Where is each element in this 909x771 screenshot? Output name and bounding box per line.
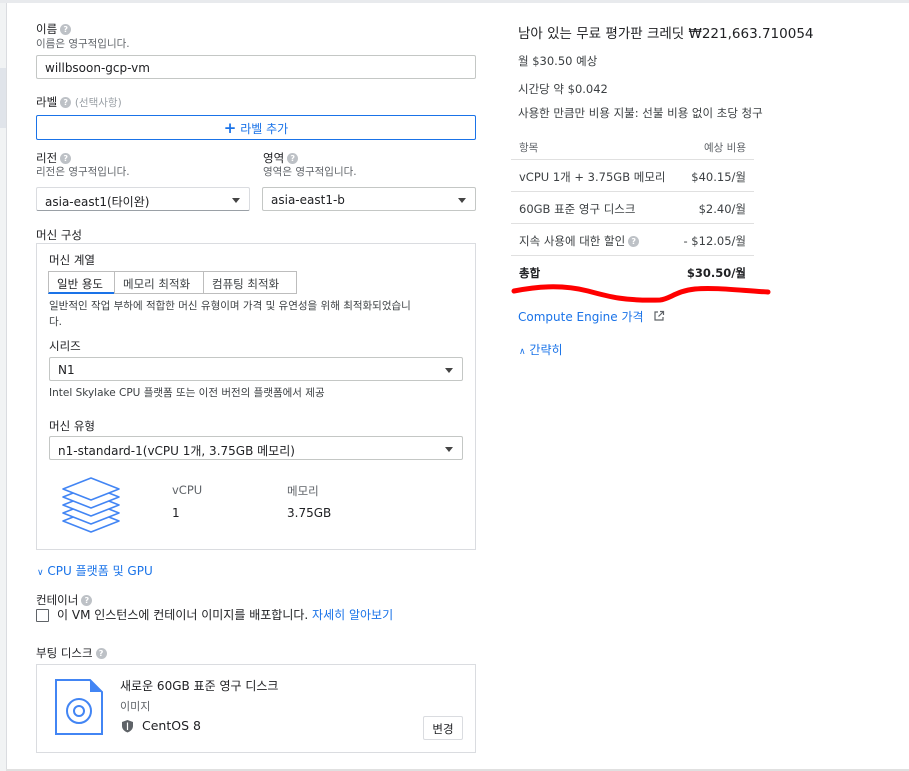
cost-row-name: 지속 사용에 대한 할인? [519,233,640,249]
left-gutter [0,3,7,771]
machine-config-title: 머신 구성 [36,228,82,242]
boot-disk-os: CentOS 8 [142,718,201,733]
memory-header: 메모리 [287,484,319,498]
discount-label: 지속 사용에 대한 할인 [519,234,626,248]
help-icon[interactable]: ? [628,236,640,247]
red-underline-annotation [511,284,771,303]
machine-family-description: 일반적인 작업 부하에 적합한 머신 유형이며 가격 및 유연성을 위해 최적화… [49,300,411,312]
billing-note: 사용한 만큼만 비용 지불: 선불 비용 없이 초당 청구 [518,106,763,120]
help-icon[interactable]: ? [287,153,299,164]
container-checkbox[interactable] [36,609,49,622]
cost-row-name: 60GB 표준 영구 디스크 [519,202,636,216]
dropdown-arrow-icon [232,198,240,203]
region-label: 리전 [36,151,58,165]
region-select[interactable]: asia-east1(타이완) [36,187,250,211]
external-link-icon [654,310,665,321]
cost-col-item: 항목 [519,142,539,154]
vcpu-value: 1 [172,506,180,520]
help-icon[interactable]: ? [60,153,72,164]
tab-general-purpose[interactable]: 일반 용도 [48,271,115,294]
cost-row-name: vCPU 1개 + 3.75GB 메모리 [519,170,666,184]
name-input[interactable]: willbsoon-gcp-vm [36,55,476,79]
boot-disk-label: 부팅 디스크 [36,646,93,660]
series-select[interactable]: N1 [49,357,463,381]
machine-layers-icon [62,477,120,533]
collapse-link-text: 간략히 [529,343,563,357]
change-boot-disk-button[interactable]: 변경 [423,716,463,740]
name-label-row: 이름? [36,21,72,37]
help-icon[interactable]: ? [60,24,72,35]
machine-type-select[interactable]: n1-standard-1(vCPU 1개, 3.75GB 메모리) [49,436,463,460]
compute-engine-pricing-link[interactable]: Compute Engine 가격 [518,308,665,325]
free-trial-credit: 남아 있는 무료 평가판 크레딧 ₩221,663.710054 [518,26,814,42]
zone-hint: 영역은 영구적입니다. [263,166,357,178]
series-description: Intel Skylake CPU 플랫폼 또는 이전 버전의 플랫폼에서 제공 [49,387,325,399]
region-select-value: asia-east1(타이완) [45,195,150,209]
labels-optional: (선택사항) [74,97,122,109]
machine-family-description-cont: 다. [49,316,62,328]
container-checkbox-label: 이 VM 인스턴스에 컨테이너 이미지를 배포합니다. 자세히 알아보기 [57,606,393,623]
machine-family-tabs: 일반 용도 메모리 최적화 컴퓨팅 최적화 [48,271,298,295]
cost-row-value: $40.15/월 [691,170,746,184]
help-icon[interactable]: ? [60,97,72,108]
cost-row: vCPU 1개 + 3.75GB 메모리 $40.15/월 [511,160,754,192]
boot-disk-title: 새로운 60GB 표준 영구 디스크 [120,679,279,693]
cost-row-value: - $12.05/월 [683,234,747,248]
cost-row: 지속 사용에 대한 할인? - $12.05/월 [511,224,754,256]
name-hint: 이름은 영구적입니다. [36,38,130,50]
vcpu-header: vCPU [172,483,203,497]
zone-label: 영역 [263,151,285,165]
monthly-estimate: 월 $30.50 예상 [518,54,598,68]
dropdown-arrow-icon [445,368,453,373]
plus-icon: + [223,119,237,137]
container-label: 컨테이너 [36,593,79,607]
machine-type-label: 머신 유형 [49,419,95,433]
tab-compute-optimized[interactable]: 컴퓨팅 최적화 [203,271,297,294]
machine-family-label: 머신 계열 [49,253,95,267]
boot-disk-label-row: 부팅 디스크? [36,645,107,661]
dropdown-arrow-icon [458,198,466,203]
cost-total-label: 총합 [519,266,541,280]
cost-row: 60GB 표준 영구 디스크 $2.40/월 [511,192,754,224]
pricing-link-text: Compute Engine 가격 [518,310,644,324]
shield-icon [122,720,133,733]
labels-label-row: 라벨? (선택사항) [36,94,122,110]
memory-value: 3.75GB [287,506,332,520]
hourly-estimate: 시간당 약 $0.042 [518,82,608,96]
cpu-gpu-link-text: CPU 플랫폼 및 GPU [47,564,153,578]
region-hint: 리전은 영구적입니다. [36,166,130,178]
machine-type-select-value: n1-standard-1(vCPU 1개, 3.75GB 메모리) [58,444,295,458]
add-label-text: 라벨 추가 [240,122,289,136]
name-label: 이름 [36,22,58,36]
help-icon[interactable]: ? [81,595,93,606]
collapse-chevron-icon: ∧ [519,347,526,357]
labels-label: 라벨 [36,95,58,109]
expand-chevron-icon: ∨ [37,568,44,578]
collapse-toggle[interactable]: ∧ 간략히 [519,341,563,358]
disk-file-icon [55,679,103,735]
learn-more-link[interactable]: 자세히 알아보기 [312,608,393,622]
help-icon[interactable]: ? [95,648,107,659]
cost-row-value: $2.40/월 [698,202,746,216]
series-select-value: N1 [58,363,75,377]
cost-total-value: $30.50/월 [686,266,746,280]
cpu-gpu-toggle[interactable]: ∨ CPU 플랫폼 및 GPU [37,562,153,579]
boot-disk-image-label: 이미지 [120,700,151,713]
gutter-marker [0,68,6,128]
zone-select[interactable]: asia-east1-b [262,187,476,211]
cost-col-estimate: 예상 비용 [704,142,746,154]
dropdown-arrow-icon [445,447,453,452]
series-label: 시리즈 [49,339,81,353]
zone-select-value: asia-east1-b [271,193,345,207]
tab-memory-optimized[interactable]: 메모리 최적화 [114,271,204,294]
add-label-button[interactable]: + 라벨 추가 [36,115,476,140]
container-checkbox-text: 이 VM 인스턴스에 컨테이너 이미지를 배포합니다. [57,608,309,622]
cost-table-header: 항목 예상 비용 [511,132,754,160]
window-top-edge [0,0,909,3]
name-input-value: willbsoon-gcp-vm [45,61,150,75]
